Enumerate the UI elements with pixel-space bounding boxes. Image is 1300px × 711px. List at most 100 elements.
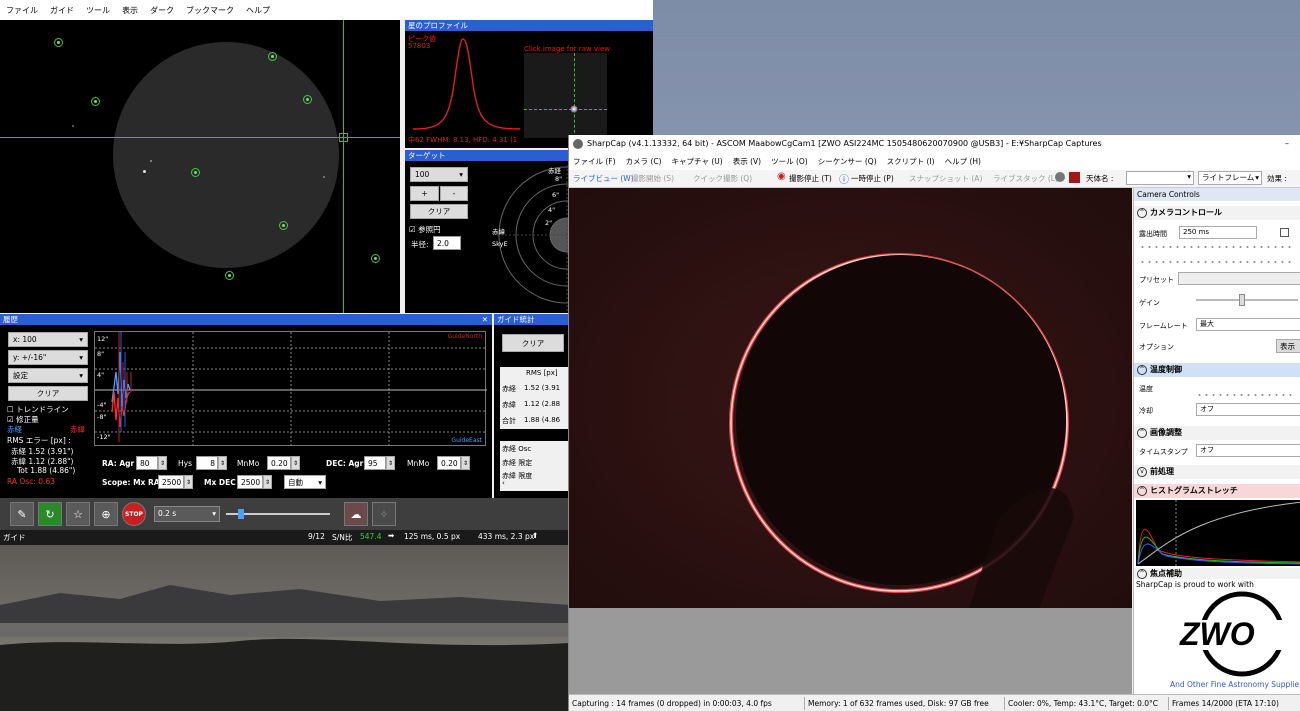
chevron-down-icon: ▾ bbox=[1255, 173, 1259, 182]
guide-camera-view[interactable] bbox=[0, 20, 400, 313]
mx-dec-spinner[interactable]: ⇕ bbox=[263, 475, 272, 489]
dec-mnmo-input[interactable]: 0.20 bbox=[437, 456, 461, 470]
partners-link[interactable]: And Other Fine Astronomy Supplie bbox=[1170, 680, 1299, 689]
history-settings-button[interactable]: 設定 ▾ bbox=[8, 368, 88, 383]
loop-icon[interactable]: ↻ bbox=[38, 502, 62, 526]
live-image-view[interactable] bbox=[569, 188, 1132, 608]
stop-icon[interactable]: STOP bbox=[122, 502, 146, 526]
target-name-input[interactable]: ▾ bbox=[1126, 171, 1194, 185]
frame-type-select[interactable]: ライトフレーム ▾ bbox=[1198, 171, 1262, 185]
temp-slider[interactable] bbox=[1196, 392, 1296, 398]
history-clear-button[interactable]: クリア bbox=[8, 386, 88, 401]
menu-capture[interactable]: キャプチャ (U) bbox=[672, 156, 723, 167]
close-icon[interactable]: ✕ bbox=[482, 314, 488, 325]
exposure-slider-fine[interactable] bbox=[1139, 259, 1294, 265]
manual-guide-icon[interactable]: ✧ bbox=[372, 502, 396, 526]
ra-agr-spinner[interactable]: ⇕ bbox=[158, 456, 167, 470]
osc-row: 赤緯 限度 bbox=[502, 472, 533, 480]
dec-agr-spinner[interactable]: ⇕ bbox=[386, 456, 395, 470]
auto-exposure-checkbox[interactable] bbox=[1280, 228, 1289, 237]
mx-ra-input[interactable]: 2500 bbox=[158, 475, 184, 489]
ra-agr-input[interactable]: 80 bbox=[136, 456, 158, 470]
exposure-select[interactable]: 0.2 s ▾ bbox=[154, 506, 220, 522]
dec-mnmo-label: MnMo bbox=[407, 459, 430, 468]
menu-view[interactable]: 表示 bbox=[122, 5, 138, 16]
hys-spinner[interactable]: ⇕ bbox=[218, 456, 227, 470]
dec-mode-select[interactable]: 自動 ▾ bbox=[284, 475, 326, 489]
framerate-select[interactable]: 最大 bbox=[1196, 318, 1300, 331]
stats-clear-button[interactable]: クリア bbox=[502, 334, 564, 352]
star-profile-panel[interactable]: ピーク値 57803 Click image for raw view 中62 … bbox=[405, 31, 653, 148]
menu-help[interactable]: ヘルプ bbox=[246, 5, 270, 16]
live-stack-button[interactable]: ライブスタック (L) bbox=[993, 173, 1058, 184]
arrow-up-icon: ⬆ bbox=[532, 531, 539, 540]
temperature-section[interactable]: ^ 温度制御 bbox=[1134, 363, 1300, 377]
minimize-button[interactable]: – bbox=[1285, 135, 1289, 153]
preset-select[interactable] bbox=[1178, 272, 1300, 285]
chevron-down-icon: ▾ bbox=[79, 353, 83, 362]
trendline-label: トレンドライン bbox=[16, 405, 69, 414]
menu-tools[interactable]: ツール bbox=[86, 5, 110, 16]
gamma-slider-thumb[interactable] bbox=[238, 509, 244, 519]
quick-capture-button[interactable]: クイック撮影 (Q) bbox=[693, 173, 752, 184]
mx-dec-input[interactable]: 2500 bbox=[237, 475, 263, 489]
menu-camera[interactable]: カメラ (C) bbox=[626, 156, 662, 167]
preprocess-section[interactable]: v 前処理 bbox=[1134, 465, 1300, 479]
menu-file[interactable]: ファイル (F) bbox=[573, 156, 616, 167]
gain-slider[interactable] bbox=[1196, 294, 1298, 306]
gain-slider-thumb[interactable] bbox=[1238, 294, 1245, 306]
options-button[interactable]: 表示 bbox=[1276, 339, 1300, 353]
menu-file[interactable]: ファイル bbox=[6, 5, 38, 16]
dec-agr-input[interactable]: 95 bbox=[364, 456, 386, 470]
ra-mnmo-spinner[interactable]: ⇕ bbox=[291, 456, 300, 470]
target-clear-button[interactable]: クリア bbox=[410, 204, 468, 219]
camera-controls-panel: Camera Controls ^ カメラコントロール 露出時間 250 ms プ… bbox=[1133, 188, 1300, 694]
exposure-slider[interactable] bbox=[1139, 244, 1294, 250]
crosshair-vertical bbox=[343, 20, 344, 313]
histogram-section[interactable]: ^ ヒストグラムストレッチ bbox=[1134, 484, 1300, 498]
image-adjust-section[interactable]: ^ 画像調整 bbox=[1134, 426, 1300, 440]
menu-scripting[interactable]: スクリプト (I) bbox=[887, 156, 935, 167]
histogram-graph[interactable] bbox=[1136, 500, 1300, 566]
cooling-select[interactable]: オフ bbox=[1196, 403, 1300, 416]
rms-tot: Tot 1.88 (4.86") bbox=[17, 466, 76, 475]
reference-circle-checkbox[interactable]: ☑ 参照円 bbox=[409, 224, 441, 235]
menu-sequencer[interactable]: シーケンサー (Q) bbox=[818, 156, 877, 167]
target-zoom-select[interactable]: 100 ▾ bbox=[410, 167, 468, 182]
brain-icon[interactable]: ☁ bbox=[344, 502, 368, 526]
start-capture-button[interactable]: 撮影開始 (S) bbox=[631, 173, 674, 184]
exposure-input[interactable]: 250 ms bbox=[1179, 226, 1257, 239]
menu-bookmarks[interactable]: ブックマーク bbox=[186, 5, 234, 16]
ra-mnmo-input[interactable]: 0.20 bbox=[267, 456, 291, 470]
connect-gear-icon[interactable]: ✎ bbox=[10, 502, 34, 526]
ra-mnmo-label: MnMo bbox=[237, 459, 260, 468]
camera-control-section[interactable]: ^ カメラコントロール bbox=[1134, 206, 1300, 220]
zoom-in-button[interactable]: + bbox=[410, 186, 439, 201]
guide-target-icon[interactable]: ⊕ bbox=[94, 502, 118, 526]
mx-ra-spinner[interactable]: ⇕ bbox=[184, 475, 193, 489]
star-marker bbox=[371, 254, 380, 263]
timestamp-select[interactable]: オフ bbox=[1196, 444, 1300, 457]
zoom-out-button[interactable]: - bbox=[440, 186, 468, 201]
menu-guide[interactable]: ガイド bbox=[50, 5, 74, 16]
live-view-button[interactable]: ライブビュー (W) bbox=[573, 173, 634, 184]
menu-help[interactable]: ヘルプ (H) bbox=[945, 156, 981, 167]
radius-input[interactable]: 2.0 bbox=[433, 236, 461, 250]
hys-input[interactable]: 8 bbox=[196, 456, 218, 470]
auto-select-star-icon[interactable]: ☆ bbox=[66, 502, 90, 526]
stop-capture-button[interactable]: 撮影停止 (T) bbox=[789, 173, 832, 184]
circle-icon[interactable] bbox=[1055, 172, 1065, 182]
pause-button[interactable]: 一時停止 (P) bbox=[851, 173, 894, 184]
menu-tools[interactable]: ツール (O) bbox=[771, 156, 808, 167]
x-scale-select[interactable]: x: 100 ▾ bbox=[8, 332, 88, 347]
chevron-down-icon: ▾ bbox=[318, 477, 322, 487]
snapshot-button[interactable]: スナップショット (A) bbox=[909, 173, 982, 184]
menu-dark[interactable]: ダーク bbox=[150, 5, 174, 16]
focus-section[interactable]: ^ 焦点補助 bbox=[1134, 568, 1300, 579]
dec-mnmo-spinner[interactable]: ⇕ bbox=[461, 456, 470, 470]
gamma-slider[interactable] bbox=[226, 509, 330, 519]
reticle-icon[interactable] bbox=[1069, 172, 1080, 183]
menu-view[interactable]: 表示 (V) bbox=[733, 156, 761, 167]
y-scale-select[interactable]: y: +/-16" ▾ bbox=[8, 350, 88, 365]
scroll-left-icon[interactable]: ‹ bbox=[502, 479, 505, 487]
